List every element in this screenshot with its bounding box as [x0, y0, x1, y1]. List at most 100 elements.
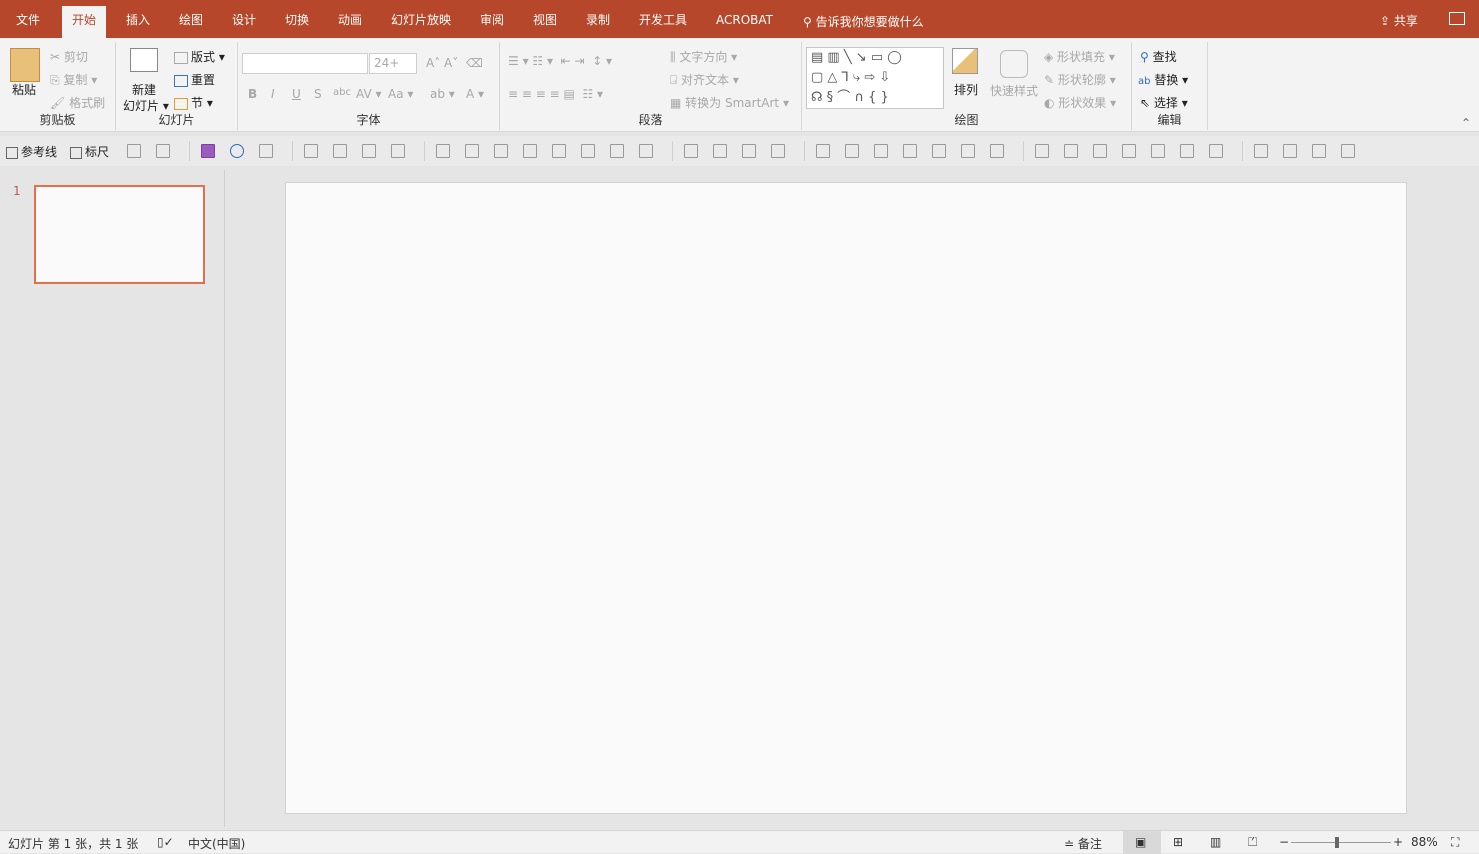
highlighter-icon[interactable]: [1209, 144, 1223, 158]
line-spacing-icon[interactable]: [391, 144, 405, 158]
char-spacing-icon[interactable]: [362, 144, 376, 158]
rectangle-icon[interactable]: [874, 144, 888, 158]
tab-4[interactable]: 设计: [222, 6, 266, 38]
slide-thumbnail[interactable]: [34, 185, 205, 284]
format-painter-button[interactable]: 🖌 格式刷: [50, 94, 105, 111]
reading-view-icon[interactable]: ▥: [1210, 835, 1221, 849]
tab-0[interactable]: 文件: [6, 6, 50, 38]
tab-2[interactable]: 插入: [116, 6, 160, 38]
format-painter-icon[interactable]: [990, 144, 1004, 158]
language-status[interactable]: 中文(中国): [188, 835, 245, 852]
save-icon[interactable]: [201, 144, 215, 158]
font-color-icon[interactable]: [1151, 144, 1165, 158]
spacing-button[interactable]: AV ▾: [356, 87, 382, 101]
tab-7[interactable]: 幻灯片放映: [381, 6, 461, 38]
layout-button[interactable]: 版式 ▾: [174, 48, 225, 65]
undo-icon[interactable]: [230, 144, 244, 158]
tell-me-box[interactable]: ⚲ 告诉我你想要做什么: [803, 13, 924, 30]
align-right-icon[interactable]: [523, 144, 537, 158]
zoom-out-button[interactable]: −: [1279, 835, 1289, 849]
replace-button[interactable]: ab 替换 ▾: [1138, 71, 1188, 88]
bold-button[interactable]: B: [248, 87, 257, 101]
screen-icon[interactable]: [333, 144, 347, 158]
font-size-input[interactable]: 24+: [369, 53, 417, 74]
edit-shape-icon[interactable]: [845, 144, 859, 158]
section-button[interactable]: 节 ▾: [174, 94, 213, 111]
tab-6[interactable]: 动画: [328, 6, 372, 38]
zoom-in-button[interactable]: +: [1393, 835, 1403, 849]
shape-effects-button[interactable]: ◐ 形状效果 ▾: [1044, 94, 1116, 111]
shapes-gallery[interactable]: ▤ ▥ ╲ ↘ ▭ ◯ ▢ △ ⅂ ⤷ ⇨ ⇩ ☊ § ⌒ ∩ { }: [806, 47, 944, 109]
group-icon[interactable]: [684, 144, 698, 158]
reset-button[interactable]: 重置: [174, 71, 215, 88]
tab-9[interactable]: 视图: [523, 6, 567, 38]
new-slide-button[interactable]: 新建: [132, 81, 156, 98]
text-direction-button[interactable]: ⫼ 文字方向 ▾: [670, 48, 737, 65]
paste-button[interactable]: 粘贴: [12, 81, 36, 98]
underline-button[interactable]: U: [292, 87, 301, 101]
shadow-button[interactable]: S: [314, 87, 322, 101]
highlight-button[interactable]: ab ▾: [430, 87, 455, 101]
slide-canvas[interactable]: [285, 182, 1407, 814]
tab-12[interactable]: ACROBAT: [706, 6, 783, 38]
spell-check-icon[interactable]: ▯✓: [157, 835, 174, 849]
zoom-slider-thumb[interactable]: [1335, 837, 1339, 848]
gridlines-icon[interactable]: [127, 144, 141, 158]
notes-button[interactable]: ≐ 备注: [1064, 835, 1102, 852]
find-button[interactable]: ⚲ 查找: [1140, 48, 1177, 65]
shape-outline-button[interactable]: ✎ 形状轮廓 ▾: [1044, 71, 1116, 88]
crop-fit-icon[interactable]: [1283, 144, 1297, 158]
present-icon[interactable]: [259, 144, 273, 158]
rounded-rect-icon[interactable]: [903, 144, 917, 158]
shape-fill-button[interactable]: ◈ 形状填充 ▾: [1044, 48, 1115, 65]
pen-icon[interactable]: [1180, 144, 1194, 158]
bring-forward-icon[interactable]: [713, 144, 727, 158]
ungroup-icon[interactable]: [771, 144, 785, 158]
copy-button[interactable]: ⎘ 复制 ▾: [50, 71, 97, 88]
tab-3[interactable]: 绘图: [169, 6, 213, 38]
slide-sorter-icon[interactable]: ⊞: [1173, 835, 1183, 849]
oval-icon[interactable]: [932, 144, 946, 158]
slideshow-icon[interactable]: ⏍: [1248, 835, 1257, 850]
arrange-button[interactable]: 排列: [954, 81, 978, 98]
distribute-h-icon[interactable]: [610, 144, 624, 158]
select-button[interactable]: ⇖ 选择 ▾: [1140, 94, 1188, 111]
font-color-button[interactable]: A ▾: [466, 87, 484, 101]
align-middle-icon[interactable]: [581, 144, 595, 158]
close-box-icon[interactable]: [156, 144, 170, 158]
strikethrough-button[interactable]: abc: [333, 87, 351, 98]
ruler-checkbox[interactable]: 标尺: [70, 143, 109, 160]
italic-button[interactable]: I: [271, 87, 275, 101]
guides-checkbox[interactable]: 参考线: [6, 143, 57, 160]
smartart-button[interactable]: ▦ 转换为 SmartArt ▾: [670, 94, 789, 111]
more-icon[interactable]: [1341, 144, 1355, 158]
eyedropper-icon[interactable]: [1035, 144, 1049, 158]
fit-to-window-icon[interactable]: ⛶: [1451, 835, 1459, 850]
textbox-icon[interactable]: [1122, 144, 1136, 158]
grow-font-button[interactable]: A˄ A˅ ⌫: [426, 56, 483, 70]
quick-styles-button[interactable]: 快速样式: [990, 82, 1038, 99]
comments-icon[interactable]: [1449, 12, 1465, 25]
eyedropper-icon[interactable]: [1064, 144, 1078, 158]
zoom-level[interactable]: 88%: [1411, 835, 1438, 849]
tab-5[interactable]: 切换: [275, 6, 319, 38]
distribute-v-icon[interactable]: [639, 144, 653, 158]
font-name-input[interactable]: [242, 53, 368, 74]
fill-icon[interactable]: [1093, 144, 1107, 158]
align-left-icon[interactable]: [494, 144, 508, 158]
share-button[interactable]: ⇪ 共享: [1380, 12, 1418, 29]
align-text-button[interactable]: ⍈ 对齐文本 ▾: [670, 71, 739, 88]
align-buttons[interactable]: ≡ ≡ ≡ ≡ ▤ ☷ ▾: [508, 87, 603, 101]
send-backward-icon[interactable]: [742, 144, 756, 158]
tab-11[interactable]: 开发工具: [629, 6, 697, 38]
tab-8[interactable]: 审阅: [470, 6, 514, 38]
triangle-icon[interactable]: [961, 144, 975, 158]
align-bottom-icon[interactable]: [436, 144, 450, 158]
align-top-icon[interactable]: [465, 144, 479, 158]
tab-1[interactable]: 开始: [62, 6, 107, 38]
merge-shapes-icon[interactable]: [816, 144, 830, 158]
change-case-button[interactable]: Aa ▾: [388, 87, 413, 101]
bullets-button[interactable]: ☰ ▾ ☷ ▾ ⇤ ⇥ ↕ ▾: [508, 54, 612, 68]
cut-button[interactable]: ✂ 剪切: [50, 48, 88, 65]
align-center-icon[interactable]: [552, 144, 566, 158]
